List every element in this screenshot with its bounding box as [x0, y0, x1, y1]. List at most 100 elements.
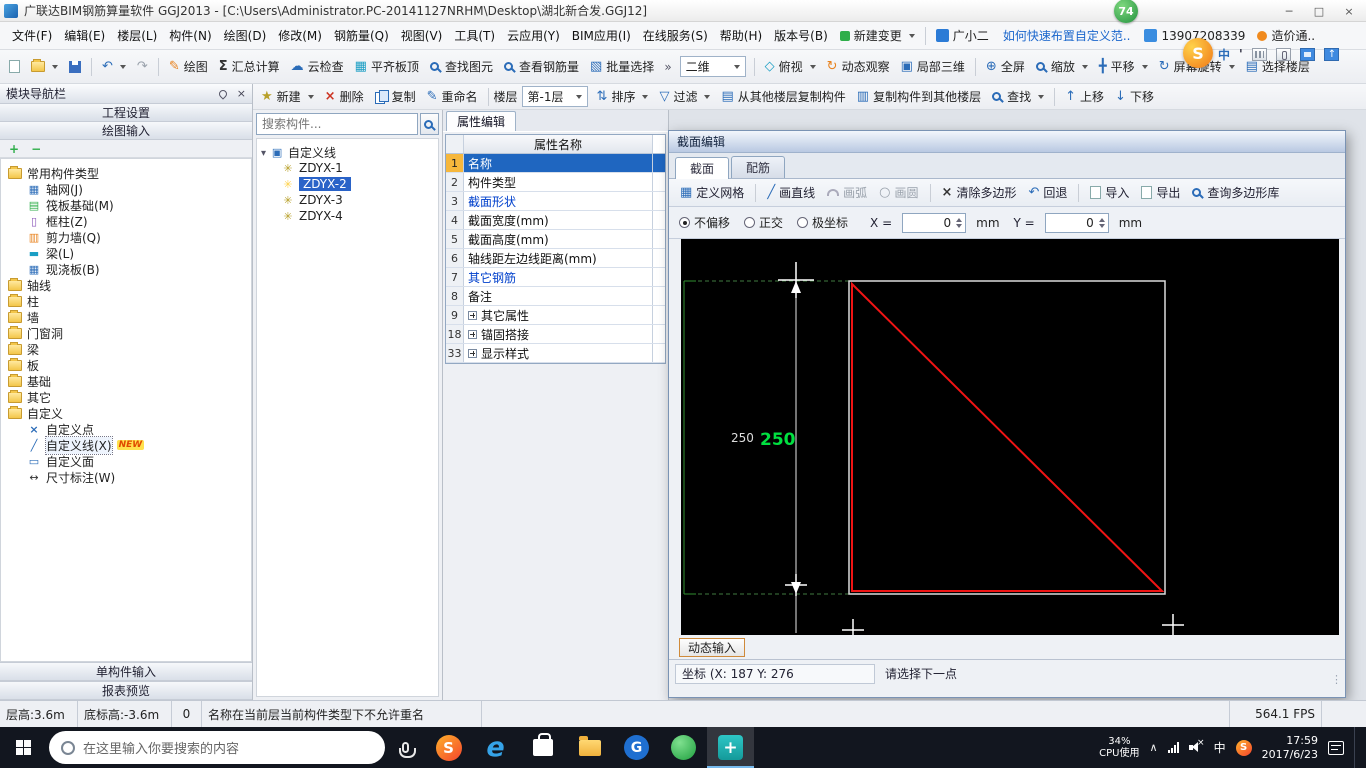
taskbar-app-store[interactable] [519, 727, 566, 768]
tree-item-custom-point[interactable]: 自定义点 [3, 421, 249, 437]
tab-property-editor[interactable]: 属性编辑 [446, 111, 516, 131]
orbit-button[interactable]: 动态观察 [822, 55, 895, 78]
local-3d-button[interactable]: 局部三维 [896, 55, 970, 78]
action-center-icon[interactable] [1328, 741, 1344, 755]
draw-arc-button[interactable]: 画弧 [822, 181, 872, 204]
resize-grip-icon[interactable] [1331, 673, 1342, 686]
taskbar-app-sogou[interactable]: S [425, 727, 472, 768]
draw-line-button[interactable]: 画直线 [762, 181, 820, 204]
expand-icon[interactable] [468, 349, 477, 358]
radio-no-offset[interactable]: 不偏移 [679, 214, 730, 231]
new-component-button[interactable]: 新建 [256, 85, 319, 108]
component-item[interactable]: ZDYX-1 [261, 160, 434, 176]
tab-rebar[interactable]: 配筋 [731, 156, 785, 178]
new-change-button[interactable]: 新建变更 [834, 27, 921, 44]
spinner-up-icon[interactable] [956, 218, 962, 222]
report-preview-button[interactable]: 报表预览 [0, 681, 252, 700]
tree-folder-axis[interactable]: 轴线 [3, 277, 249, 293]
dialog-title-bar[interactable]: 截面编辑 [669, 131, 1345, 153]
menu-file[interactable]: 文件(F) [6, 24, 58, 47]
pan-button[interactable]: 平移 [1094, 55, 1153, 78]
full-screen-button[interactable]: 全屏 [981, 55, 1030, 78]
property-row-other-attrs[interactable]: 9其它属性 [446, 306, 665, 325]
property-row-type[interactable]: 2构件类型 [446, 173, 665, 192]
y-input[interactable]: 0 [1045, 213, 1109, 233]
spinner-down-icon[interactable] [956, 224, 962, 228]
taskbar-app-ggj-active[interactable]: + [707, 727, 754, 768]
collapse-all-icon[interactable] [31, 143, 41, 155]
ime-toolbox-icon[interactable] [1300, 48, 1315, 61]
draw-input-button[interactable]: 绘图输入 [0, 122, 252, 140]
property-row-section-shape[interactable]: 3截面形状 [446, 192, 665, 211]
accelerator-ball-badge[interactable]: 74 [1114, 0, 1138, 23]
menu-modify[interactable]: 修改(M) [272, 24, 328, 47]
taskbar-app-browser[interactable] [660, 727, 707, 768]
align-slab-top-button[interactable]: 平齐板顶 [350, 55, 424, 78]
query-polygon-library-button[interactable]: 查询多边形库 [1187, 181, 1284, 204]
tree-item-common-types[interactable]: 常用构件类型 [3, 165, 249, 181]
tree-folder-custom[interactable]: 自定义 [3, 405, 249, 421]
export-button[interactable]: 导出 [1136, 181, 1185, 204]
tree-folder-wall[interactable]: 墙 [3, 309, 249, 325]
summary-calc-button[interactable]: 汇总计算 [214, 55, 285, 78]
property-row-name[interactable]: 1名称 [446, 154, 665, 173]
tree-folder-door-window[interactable]: 门窗洞 [3, 325, 249, 341]
sogou-ime-ball[interactable]: S [1183, 38, 1213, 68]
property-row-section-width[interactable]: 4截面宽度(mm) [446, 211, 665, 230]
tree-item-raft-foundation[interactable]: 筏板基础(M) [3, 197, 249, 213]
view-mode-combobox[interactable]: 二维 [680, 56, 746, 77]
component-search-button[interactable] [420, 113, 439, 135]
property-row-remark[interactable]: 8备注 [446, 287, 665, 306]
component-item[interactable]: ZDYX-4 [261, 208, 434, 224]
taskbar-app-glodon[interactable]: G [613, 727, 660, 768]
tree-folder-column[interactable]: 柱 [3, 293, 249, 309]
pin-icon[interactable] [217, 88, 228, 99]
project-settings-button[interactable]: 工程设置 [0, 104, 252, 122]
new-file-button[interactable] [4, 57, 25, 76]
toolbar-overflow-chevron[interactable]: » [660, 60, 675, 74]
tree-item-shear-wall[interactable]: 剪力墙(Q) [3, 229, 249, 245]
tree-folder-beam[interactable]: 梁 [3, 341, 249, 357]
assistant-button[interactable]: 广小二 [930, 27, 995, 44]
expand-icon[interactable] [468, 311, 477, 320]
nav-close-icon[interactable]: × [237, 87, 246, 100]
menu-floor[interactable]: 楼层(L) [111, 24, 163, 47]
menu-edit[interactable]: 编辑(E) [58, 24, 111, 47]
find-element-button[interactable]: 查找图元 [425, 55, 498, 78]
tree-item-custom-line[interactable]: 自定义线(X)NEW [3, 437, 249, 453]
undo-button[interactable] [97, 57, 131, 76]
property-row-anchor-lap[interactable]: 18锚固搭接 [446, 325, 665, 344]
menu-help[interactable]: 帮助(H) [714, 24, 768, 47]
menu-component[interactable]: 构件(N) [163, 24, 217, 47]
radio-polar[interactable]: 极坐标 [797, 214, 848, 231]
help-tip-link[interactable]: 如何快速布置自定义范.. [995, 27, 1139, 44]
taskbar-app-edge[interactable]: e [472, 727, 519, 768]
tree-item-cast-slab[interactable]: 现浇板(B) [3, 261, 249, 277]
draw-mode-button[interactable]: 绘图 [164, 55, 213, 78]
cpu-monitor[interactable]: 34% CPU使用 [1099, 736, 1139, 760]
ime-language-toggle[interactable]: 中 [1218, 46, 1230, 63]
batch-select-button[interactable]: 批量选择 [585, 55, 659, 78]
input-language-indicator[interactable]: 中 [1214, 739, 1226, 756]
undo-step-button[interactable]: 回退 [1023, 181, 1072, 204]
ime-arrow-icon[interactable] [1324, 48, 1339, 61]
radio-ortho[interactable]: 正交 [744, 214, 783, 231]
maximize-button[interactable]: □ [1304, 0, 1334, 22]
rename-component-button[interactable]: 重命名 [422, 85, 483, 108]
ime-keyboard-icon[interactable] [1252, 48, 1267, 61]
spinner-up-icon[interactable] [1099, 218, 1105, 222]
find-button[interactable]: 查找 [987, 85, 1049, 108]
component-search-input[interactable] [256, 113, 418, 135]
floor-combobox[interactable]: 第-1层 [522, 86, 588, 107]
filter-button[interactable]: 过滤 [654, 85, 715, 108]
property-row-section-height[interactable]: 5截面高度(mm) [446, 230, 665, 249]
show-desktop-button[interactable] [1354, 727, 1360, 768]
network-icon[interactable] [1168, 742, 1179, 753]
hidden-icons-chevron[interactable] [1150, 742, 1158, 753]
menu-view[interactable]: 视图(V) [395, 24, 449, 47]
tree-item-axis-grid[interactable]: 轴网(J) [3, 181, 249, 197]
property-row-display-style[interactable]: 33显示样式 [446, 344, 665, 363]
component-group-root[interactable]: 自定义线 [261, 144, 434, 160]
property-row-axis-distance[interactable]: 6轴线距左边线距离(mm) [446, 249, 665, 268]
tree-item-frame-column[interactable]: 框柱(Z) [3, 213, 249, 229]
